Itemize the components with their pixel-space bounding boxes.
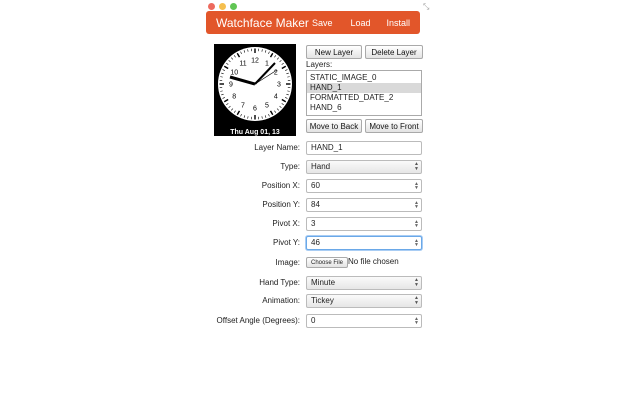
position-y-value: 84 [311,200,320,209]
position-y-row: Position Y: 84 ▲ ▼ [206,198,426,212]
file-status-text: No file chosen [348,257,399,266]
pivot-x-input[interactable]: 3 ▲ ▼ [306,217,422,231]
move-to-back-button[interactable]: Move to Back [306,119,362,133]
type-row: Type: Hand ▲ ▼ [206,160,426,174]
stepper-icon[interactable]: ▲ ▼ [414,182,419,191]
offset-angle-row: Offset Angle (Degrees): 0 ▲ ▼ [206,314,426,328]
type-value: Hand [311,162,331,171]
layer-name-label: Layer Name: [254,143,300,152]
pivot-x-value: 3 [311,219,316,228]
layer-name-input[interactable]: HAND_1 [306,141,422,155]
layer-item[interactable]: HAND_6 [307,103,421,113]
animation-select[interactable]: Tickey ▲ ▼ [306,294,422,308]
layers-label: Layers: [306,60,333,69]
clock-number: 6 [253,106,257,113]
offset-angle-value: 0 [311,316,316,325]
stepper-icon[interactable]: ▲ ▼ [414,317,419,326]
image-row: Image: Choose File No file chosen [206,256,426,270]
clock-number: 10 [230,70,238,77]
hand-type-row: Hand Type: Minute ▲ ▼ [206,276,426,290]
expand-icon[interactable]: ⤡ [423,2,429,12]
type-label: Type: [280,162,300,171]
select-arrows-icon: ▲ ▼ [414,295,419,306]
offset-angle-label: Offset Angle (Degrees): [216,316,300,325]
pivot-y-input[interactable]: 46 ▲ ▼ [306,236,422,250]
move-to-front-button[interactable]: Move to Front [365,119,423,133]
position-y-label: Position Y: [262,200,300,209]
select-arrows-icon: ▲ ▼ [414,277,419,288]
zoom-window-button[interactable] [230,3,237,10]
window-controls [208,3,237,10]
date-text: Thu Aug 01, 13 [230,129,280,136]
choose-file-button[interactable]: Choose File [306,257,349,268]
hand-type-label: Hand Type: [259,278,300,287]
hand-type-value: Minute [311,278,336,287]
clock-number: 7 [241,102,245,109]
layer-item[interactable]: FORMATTED_DATE_2 [307,93,421,103]
load-button[interactable]: Load [350,18,370,28]
position-x-row: Position X: 60 ▲ ▼ [206,179,426,193]
animation-value: Tickey [311,296,334,305]
app-title: Watchface Maker [216,15,309,30]
layer-item[interactable]: STATIC_IMAGE_0 [307,73,421,83]
pivot-x-label: Pivot X: [272,219,300,228]
animation-label: Animation: [262,296,300,305]
watchface-preview: 12 1 2 3 4 5 6 7 8 9 10 11 Thu Aug 01, 13 [214,44,296,136]
position-x-input[interactable]: 60 ▲ ▼ [306,179,422,193]
clock-number: 8 [232,94,236,101]
pivot-x-row: Pivot X: 3 ▲ ▼ [206,217,426,231]
clock-number: 5 [265,102,269,109]
stepper-icon[interactable]: ▲ ▼ [414,201,419,210]
save-button[interactable]: Save [312,18,333,28]
layers-list[interactable]: STATIC_IMAGE_0 HAND_1 FORMATTED_DATE_2 H… [306,70,422,116]
clock-number: 1 [265,61,269,68]
stepper-icon[interactable]: ▲ ▼ [414,239,419,248]
position-x-label: Position X: [261,181,300,190]
app-header: Watchface Maker Save Load Install [206,11,420,34]
offset-angle-input[interactable]: 0 ▲ ▼ [306,314,422,328]
type-select[interactable]: Hand ▲ ▼ [306,160,422,174]
select-arrows-icon: ▲ ▼ [414,161,419,172]
clock-number: 3 [277,82,281,89]
close-window-button[interactable] [208,3,215,10]
stepper-icon[interactable]: ▲ ▼ [414,220,419,229]
clock-number: 11 [239,61,246,68]
pivot-y-label: Pivot Y: [273,238,300,247]
layer-name-row: Layer Name: HAND_1 [206,141,426,155]
animation-row: Animation: Tickey ▲ ▼ [206,294,426,308]
delete-layer-button[interactable]: Delete Layer [365,45,423,59]
position-x-value: 60 [311,181,320,190]
clock-number: 9 [229,82,233,89]
position-y-input[interactable]: 84 ▲ ▼ [306,198,422,212]
image-label: Image: [275,258,300,267]
pivot-y-value: 46 [311,238,320,247]
clock-number: 4 [274,94,278,101]
new-layer-button[interactable]: New Layer [306,45,362,59]
hand-type-select[interactable]: Minute ▲ ▼ [306,276,422,290]
layer-item-selected[interactable]: HAND_1 [307,83,421,93]
pivot-y-row: Pivot Y: 46 ▲ ▼ [206,236,426,250]
minimize-window-button[interactable] [219,3,226,10]
install-button[interactable]: Install [386,18,410,28]
clock-number: 12 [251,58,259,65]
